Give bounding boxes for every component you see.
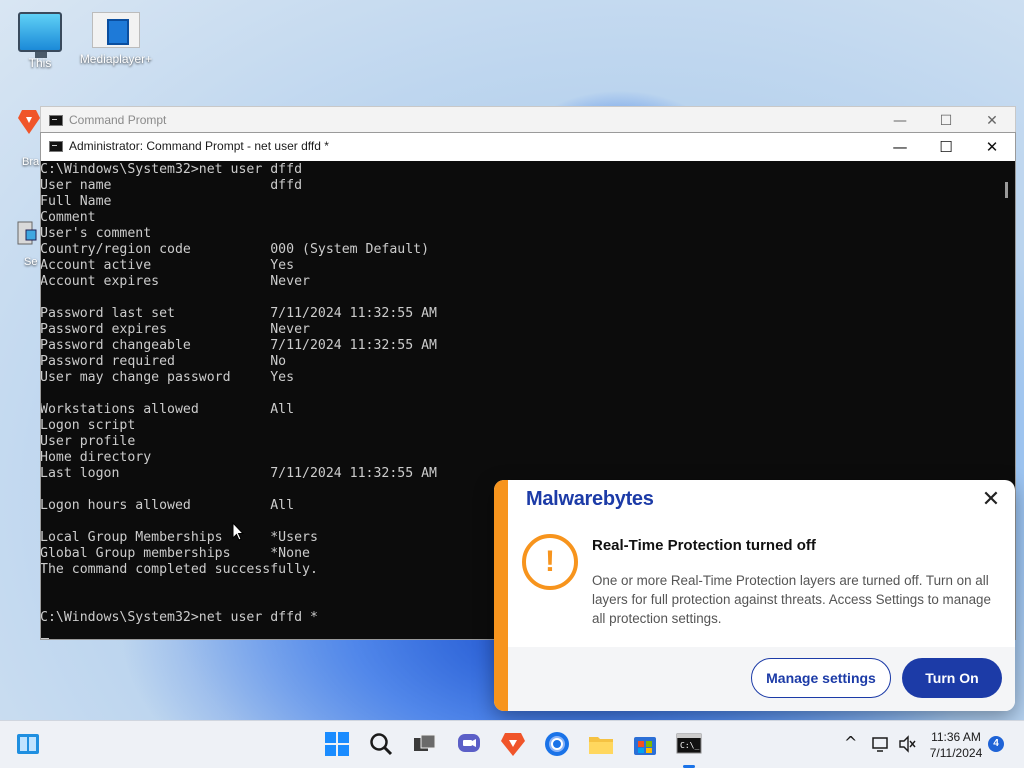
warning-icon: ! [522, 534, 578, 590]
notification-headline: Real-Time Protection turned off [592, 537, 816, 554]
svg-text:C:\_: C:\_ [680, 741, 699, 750]
malwarebytes-logo: Malwarebytes [526, 488, 654, 510]
chrome-icon[interactable] [544, 731, 570, 757]
console-line: C:\Windows\System32>net user dffd [41, 162, 303, 177]
window-title: Command Prompt [69, 113, 167, 127]
close-button[interactable]: ✕ [969, 107, 1015, 135]
brave-browser-icon [18, 110, 40, 134]
minimize-button[interactable]: — [877, 107, 923, 135]
notification-count-badge[interactable]: 4 [988, 736, 1004, 752]
command-prompt-icon [49, 141, 63, 152]
maximize-button[interactable]: ☐ [923, 133, 969, 161]
console-line: User's comment [41, 226, 152, 241]
widgets-icon[interactable] [16, 733, 40, 755]
clock-date[interactable]: 7/11/2024 [924, 746, 988, 760]
setup-icon [17, 221, 37, 245]
brave-icon[interactable] [500, 731, 526, 757]
console-line: Account expires Never [41, 274, 310, 289]
console-line: C:\Windows\System32>net user dffd * [41, 610, 318, 625]
console-line: User may change password Yes [41, 370, 295, 385]
desktop-icon-this-pc[interactable]: This [0, 12, 80, 70]
show-hidden-icons-chevron[interactable]: ^ [844, 733, 857, 752]
manage-settings-button[interactable]: Manage settings [751, 658, 891, 698]
text-cursor [41, 638, 49, 639]
taskbar: C:\_ ^ 11:36 AM 7/11/2024 [0, 720, 1024, 768]
mouse-pointer-icon [232, 521, 245, 547]
accent-stripe [494, 480, 508, 711]
close-button[interactable]: ✕ [969, 133, 1015, 161]
console-line: Home directory [41, 450, 152, 465]
console-line: User name dffd [41, 178, 303, 193]
task-view-icon[interactable] [412, 731, 438, 757]
volume-muted-icon[interactable] [898, 735, 916, 753]
console-line: Password expires Never [41, 322, 310, 337]
desktop-icon-brave[interactable] [18, 108, 40, 144]
close-notification-button[interactable]: ✕ [979, 488, 1003, 512]
console-line: Workstations allowed All [41, 402, 295, 417]
console-line: Logon script [41, 418, 136, 433]
console-line: Local Group Memberships *Users [41, 530, 318, 545]
store-icon[interactable] [632, 731, 658, 757]
this-pc-icon [18, 12, 62, 58]
network-icon[interactable] [872, 735, 890, 753]
media-player-icon [92, 12, 140, 48]
console-line: Comment [41, 210, 96, 225]
command-prompt-icon [49, 115, 63, 126]
console-line: User profile [41, 434, 136, 449]
chat-icon[interactable] [456, 731, 482, 757]
console-line: The command completed successfully. [41, 562, 318, 577]
console-line: Full Name [41, 194, 112, 209]
terminal-icon[interactable]: C:\_ [676, 731, 702, 757]
malwarebytes-notification: Malwarebytes ✕ ! Real-Time Protection tu… [494, 480, 1015, 711]
console-line: Logon hours allowed All [41, 498, 295, 513]
notification-body: One or more Real-Time Protection layers … [592, 573, 991, 626]
minimize-button[interactable]: — [877, 133, 923, 161]
desktop-icon-label: This [28, 56, 52, 70]
console-line: Country/region code 000 (System Default) [41, 242, 430, 257]
console-line: Global Group memberships *None [41, 546, 310, 561]
console-line: Password required No [41, 354, 287, 369]
title-bar[interactable]: Administrator: Command Prompt - net user… [41, 133, 1015, 161]
file-explorer-icon[interactable] [588, 731, 614, 757]
desktop-icon-setup[interactable] [16, 218, 40, 248]
scrollbar-thumb[interactable] [1005, 182, 1008, 198]
window-title: Administrator: Command Prompt - net user… [69, 139, 329, 153]
desktop-icon-label: Mediaplayer+ [79, 52, 153, 66]
clock-time[interactable]: 11:36 AM [924, 730, 988, 744]
desktop-icon-label: Se [24, 256, 38, 268]
search-icon[interactable] [368, 731, 394, 757]
start-icon[interactable] [324, 731, 350, 757]
maximize-button[interactable]: ☐ [923, 107, 969, 135]
console-line: Last logon 7/11/2024 11:32:55 AM [41, 466, 437, 481]
console-line: Password last set 7/11/2024 11:32:55 AM [41, 306, 437, 321]
console-line: Password changeable 7/11/2024 11:32:55 A… [41, 338, 437, 353]
desktop-icon-mediaplayer[interactable]: Mediaplayer+ [76, 12, 156, 66]
desktop-icon-label: Bra [22, 156, 40, 168]
console-line: Account active Yes [41, 258, 295, 273]
turn-on-button[interactable]: Turn On [902, 658, 1002, 698]
